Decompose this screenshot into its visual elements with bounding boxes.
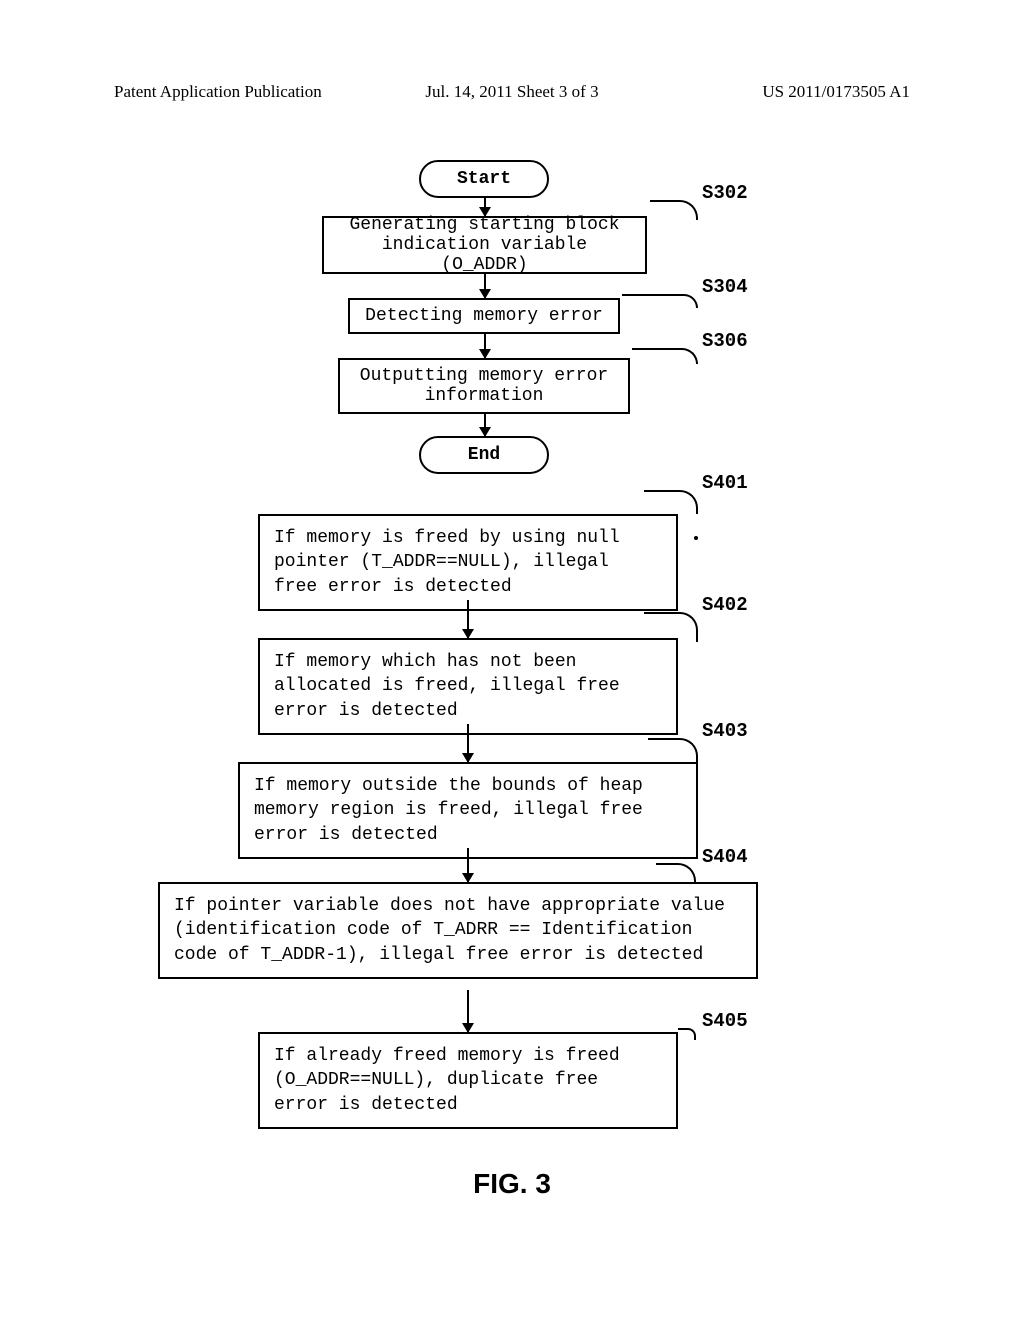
step-s405-box: If already freed memory is freed (O_ADDR… bbox=[258, 1032, 678, 1129]
step-s304-box: Detecting memory error bbox=[348, 298, 620, 334]
step-s306-box: Outputting memory error information bbox=[338, 358, 630, 414]
step-s404-text: If pointer variable does not have approp… bbox=[174, 896, 725, 965]
start-label: Start bbox=[457, 169, 511, 189]
arrow bbox=[484, 334, 486, 358]
leader-s304 bbox=[622, 294, 698, 308]
step-s306-text: Outputting memory error information bbox=[360, 366, 608, 406]
step-s302-box: Generating starting block indication var… bbox=[322, 216, 647, 274]
step-s405-text: If already freed memory is freed (O_ADDR… bbox=[274, 1046, 620, 1115]
arrow bbox=[467, 724, 469, 762]
leader-s401 bbox=[644, 490, 698, 514]
step-s404-box: If pointer variable does not have approp… bbox=[158, 882, 758, 979]
arrow bbox=[484, 414, 486, 436]
figure-label: FIG. 3 bbox=[473, 1168, 551, 1200]
step-s304-text: Detecting memory error bbox=[365, 306, 603, 326]
step-s401-text: If memory is freed by using null pointer… bbox=[274, 528, 620, 597]
dot bbox=[694, 536, 698, 540]
header-patent-number: US 2011/0173505 A1 bbox=[762, 82, 910, 102]
arrow bbox=[467, 600, 469, 638]
step-s401-label: S401 bbox=[702, 472, 748, 494]
arrow bbox=[467, 990, 469, 1032]
step-s403-label: S403 bbox=[702, 720, 748, 742]
start-terminator: Start bbox=[419, 160, 549, 198]
arrow bbox=[484, 198, 486, 216]
header-sheet-info: Jul. 14, 2011 Sheet 3 of 3 bbox=[425, 82, 598, 102]
step-s402-label: S402 bbox=[702, 594, 748, 616]
leader-s302 bbox=[650, 200, 698, 220]
step-s402-text: If memory which has not been allocated i… bbox=[274, 652, 620, 721]
end-label: End bbox=[468, 445, 500, 465]
step-s304-label: S304 bbox=[702, 276, 748, 298]
step-s401-box: If memory is freed by using null pointer… bbox=[258, 514, 678, 611]
step-s403-box: If memory outside the bounds of heap mem… bbox=[238, 762, 698, 859]
flowchart-diagram: Start Generating starting block indicati… bbox=[0, 140, 1024, 1200]
leader-s306 bbox=[632, 348, 698, 364]
step-s405-label: S405 bbox=[702, 1010, 748, 1032]
page-header: Patent Application Publication Jul. 14, … bbox=[0, 82, 1024, 102]
end-terminator: End bbox=[419, 436, 549, 474]
header-publication: Patent Application Publication bbox=[114, 82, 322, 102]
leader-s405 bbox=[678, 1028, 696, 1040]
step-s402-box: If memory which has not been allocated i… bbox=[258, 638, 678, 735]
step-s404-label: S404 bbox=[702, 846, 748, 868]
step-s306-label: S306 bbox=[702, 330, 748, 352]
step-s302-text: Generating starting block indication var… bbox=[336, 215, 633, 275]
arrow bbox=[467, 848, 469, 882]
step-s302-label: S302 bbox=[702, 182, 748, 204]
step-s403-text: If memory outside the bounds of heap mem… bbox=[254, 776, 643, 845]
arrow bbox=[484, 274, 486, 298]
